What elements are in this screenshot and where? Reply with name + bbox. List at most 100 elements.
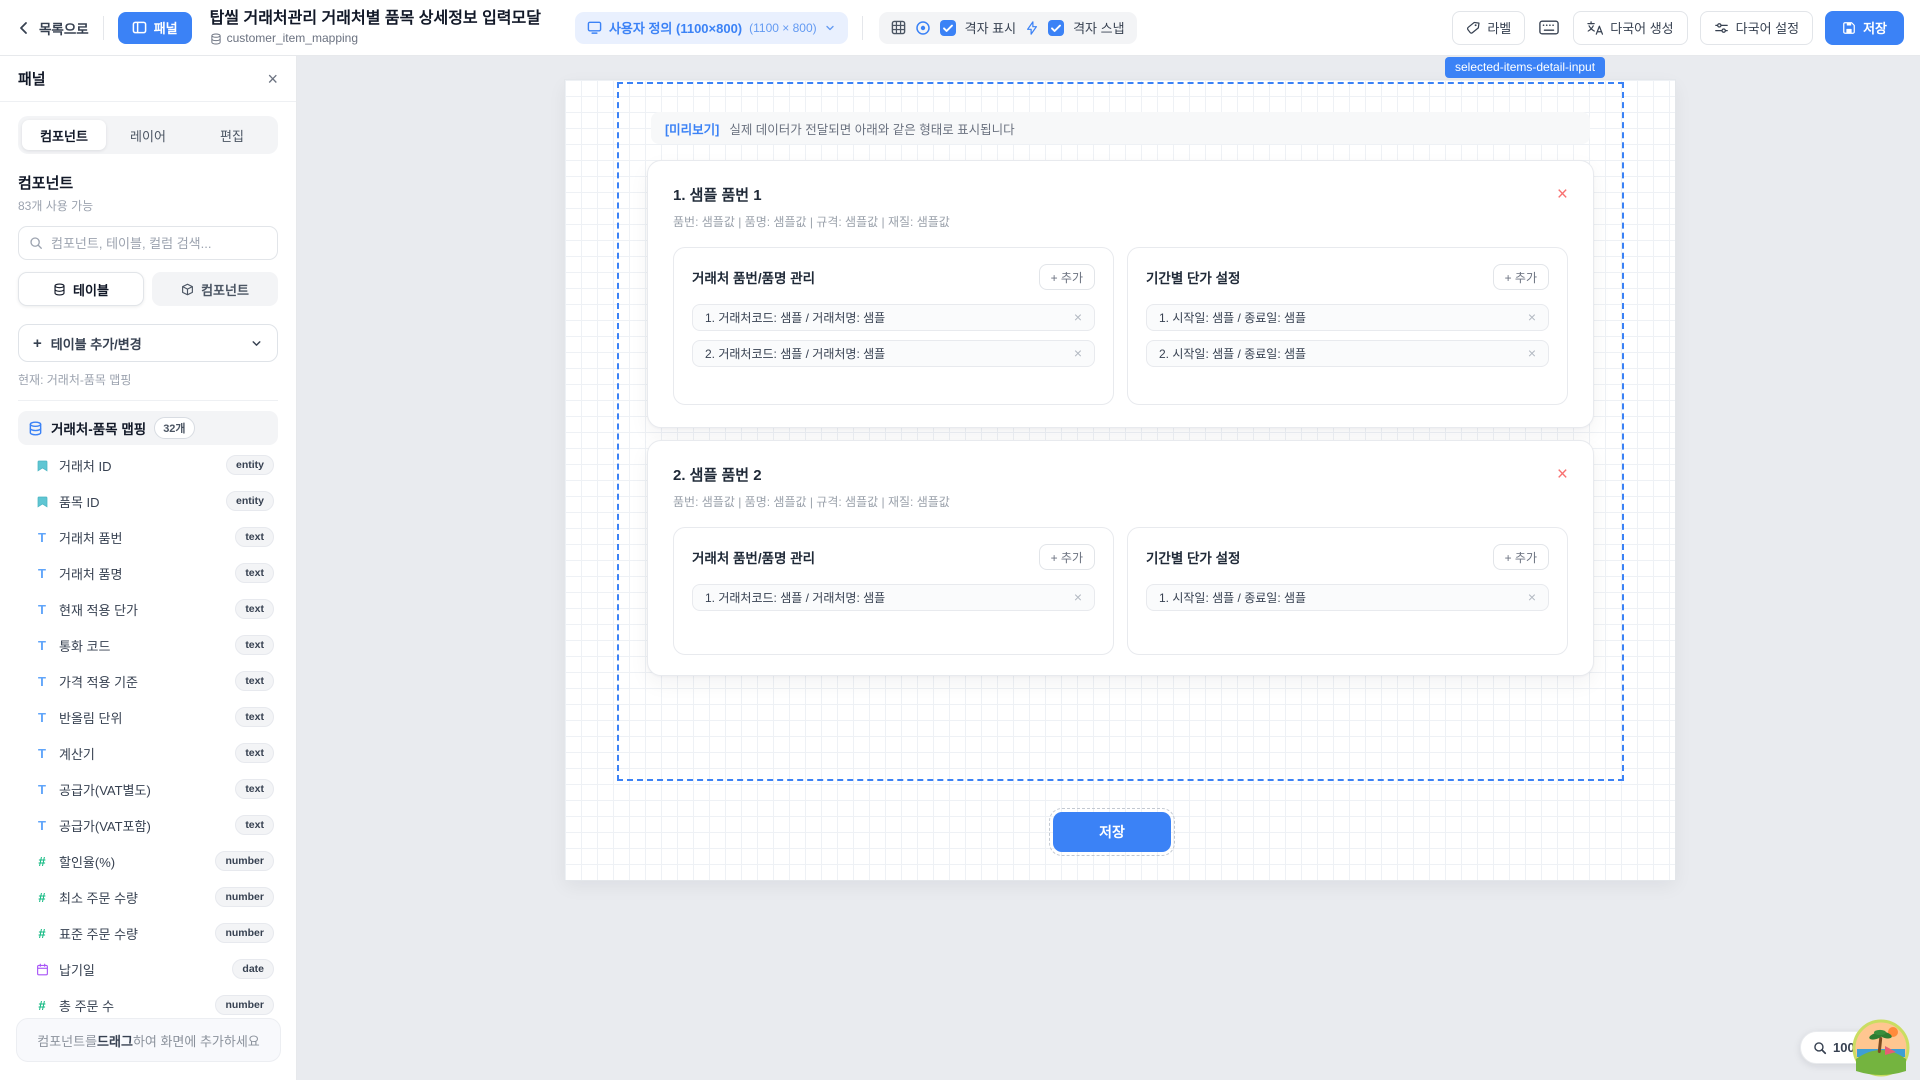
grid-controls: 격자 표시 격자 스냅 [879,12,1137,44]
panel-title: 기간별 단가 설정 [1146,547,1240,567]
panel-title: 기간별 단가 설정 [1146,267,1240,287]
item-card-1: 1. 샘플 품번 1 품번: 샘플값 | 품명: 샘플값 | 규격: 샘플값 |… [647,160,1594,428]
field-row-customer-part-no[interactable]: 거래처 품번 text [18,519,278,555]
entity-icon [34,459,50,472]
table-code: customer_item_mapping [227,31,358,46]
add-table-button[interactable]: 테이블 추가/변경 [18,324,278,362]
eye-icon [915,20,931,36]
list-item: 2. 시작일: 샘플 / 종료일: 샘플 [1146,340,1549,367]
field-type-badge: date [232,959,274,979]
field-type-badge: text [235,527,274,547]
selected-container[interactable]: [미리보기] 실제 데이터가 전달되면 아래와 같은 형태로 표시됩니다 1. … [617,82,1624,781]
divider [103,16,104,40]
item-card-2: 2. 샘플 품번 2 품번: 샘플값 | 품명: 샘플값 | 규격: 샘플값 |… [647,440,1594,676]
field-row-current-price[interactable]: 현재 적용 단가 text [18,591,278,627]
sliders-icon [1714,21,1729,35]
remove-item-icon[interactable] [1557,185,1568,204]
translate-icon [1587,21,1603,35]
tab-edit[interactable]: 편집 [190,120,274,150]
back-button[interactable]: 목록으로 [16,18,89,38]
editor-canvas[interactable]: selected-items-detail-input [미리보기] 실제 데이… [297,56,1920,1080]
viewport-select[interactable]: 사용자 정의 (1100×800) (1100 × 800) [575,12,848,44]
text-icon [34,674,50,689]
add-table-text: 테이블 추가/변경 [51,334,142,353]
selection-name-label: selected-items-detail-input [1445,57,1605,78]
number-icon [34,854,50,869]
source-toggle: 테이블 컴포넌트 [18,272,278,306]
add-row-button[interactable]: + 추가 [1493,264,1549,290]
field-row-rounding-unit[interactable]: 반올림 단위 text [18,699,278,735]
field-label: 할인율(%) [59,852,206,871]
field-label: 공급가(VAT별도) [59,780,226,799]
remove-row-icon[interactable] [1528,590,1536,604]
field-row-supply-price-inc-vat[interactable]: 공급가(VAT포함) text [18,807,278,843]
remove-row-icon[interactable] [1074,590,1082,604]
grid-show-checkbox[interactable] [940,20,956,36]
field-row-delivery-date[interactable]: 납기일 date [18,951,278,987]
panel-title: 거래처 품번/품명 관리 [692,267,815,287]
database-icon [210,33,222,45]
grid-snap-checkbox[interactable] [1048,20,1064,36]
save-button[interactable]: 저장 [1825,11,1904,45]
tab-layers[interactable]: 레이어 [106,120,190,150]
tab-components[interactable]: 컴포넌트 [22,120,106,150]
i18n-generate-text: 다국어 생성 [1610,18,1673,37]
add-row-button[interactable]: + 추가 [1039,264,1095,290]
canvas-save-button[interactable]: 저장 [1053,812,1171,852]
panel-tabs: 컴포넌트 레이어 편집 [18,116,278,154]
remove-row-icon[interactable] [1528,310,1536,324]
field-row-min-order-qty[interactable]: 최소 주문 수량 number [18,879,278,915]
source-tab-tables[interactable]: 테이블 [18,272,144,306]
field-row-calculator[interactable]: 계산기 text [18,735,278,771]
text-icon [34,638,50,653]
field-row-discount-rate[interactable]: 할인율(%) number [18,843,278,879]
field-row-customer-part-name[interactable]: 거래처 품명 text [18,555,278,591]
row-text: 1. 거래처코드: 샘플 / 거래처명: 샘플 [705,589,1074,606]
table-count-badge: 32개 [154,417,194,439]
remove-item-icon[interactable] [1557,465,1568,484]
search-box [18,226,278,260]
i18n-settings-button[interactable]: 다국어 설정 [1700,11,1813,45]
label-button-text: 라벨 [1487,18,1511,37]
search-icon [29,236,43,250]
save-icon [1842,21,1856,35]
remove-row-icon[interactable] [1528,346,1536,360]
field-row-item-id[interactable]: 품목 ID entity [18,483,278,519]
add-row-button[interactable]: + 추가 [1039,544,1095,570]
text-icon [34,530,50,545]
row-text: 1. 거래처코드: 샘플 / 거래처명: 샘플 [705,309,1074,326]
field-label: 거래처 품번 [59,528,226,547]
source-tab-components[interactable]: 컴포넌트 [152,272,278,306]
remove-row-icon[interactable] [1074,346,1082,360]
field-row-supply-price-ex-vat[interactable]: 공급가(VAT별도) text [18,771,278,807]
keyboard-icon-button[interactable] [1537,20,1561,35]
table-group-header[interactable]: 거래처-품목 맵핑 32개 [18,411,278,445]
panel-toggle-button[interactable]: 패널 [118,12,192,44]
field-type-badge: number [215,923,274,943]
field-row-std-order-qty[interactable]: 표준 주문 수량 number [18,915,278,951]
row-text: 2. 시작일: 샘플 / 종료일: 샘플 [1159,345,1528,362]
field-row-price-basis[interactable]: 가격 적용 기준 text [18,663,278,699]
add-row-button[interactable]: + 추가 [1493,544,1549,570]
field-type-badge: entity [226,455,274,475]
row-text: 1. 시작일: 샘플 / 종료일: 샘플 [1159,589,1528,606]
search-input[interactable] [51,236,267,251]
island-badge[interactable] [1852,1019,1910,1077]
table-name: 거래처-품목 맵핑 [51,418,146,438]
label-button[interactable]: 라벨 [1452,11,1525,45]
list-item: 1. 시작일: 샘플 / 종료일: 샘플 [1146,584,1549,611]
remove-row-icon[interactable] [1074,310,1082,324]
back-arrow-icon [16,20,32,36]
source-tab-tables-text: 테이블 [73,280,109,299]
field-label: 총 주문 수 [59,996,206,1015]
close-icon[interactable]: × [267,70,278,88]
field-row-customer-id[interactable]: 거래처 ID entity [18,447,278,483]
field-row-currency-code[interactable]: 통화 코드 text [18,627,278,663]
database-icon [53,283,66,296]
field-label: 납기일 [59,960,223,979]
panel-title: 패널 [18,68,46,89]
grid-show-label: 격자 표시 [965,18,1016,37]
field-label: 반올림 단위 [59,708,226,727]
app-header: 목록으로 패널 탑씰 거래처관리 거래처별 품목 상세정보 입력모달 custo… [0,0,1920,56]
i18n-generate-button[interactable]: 다국어 생성 [1573,11,1687,45]
